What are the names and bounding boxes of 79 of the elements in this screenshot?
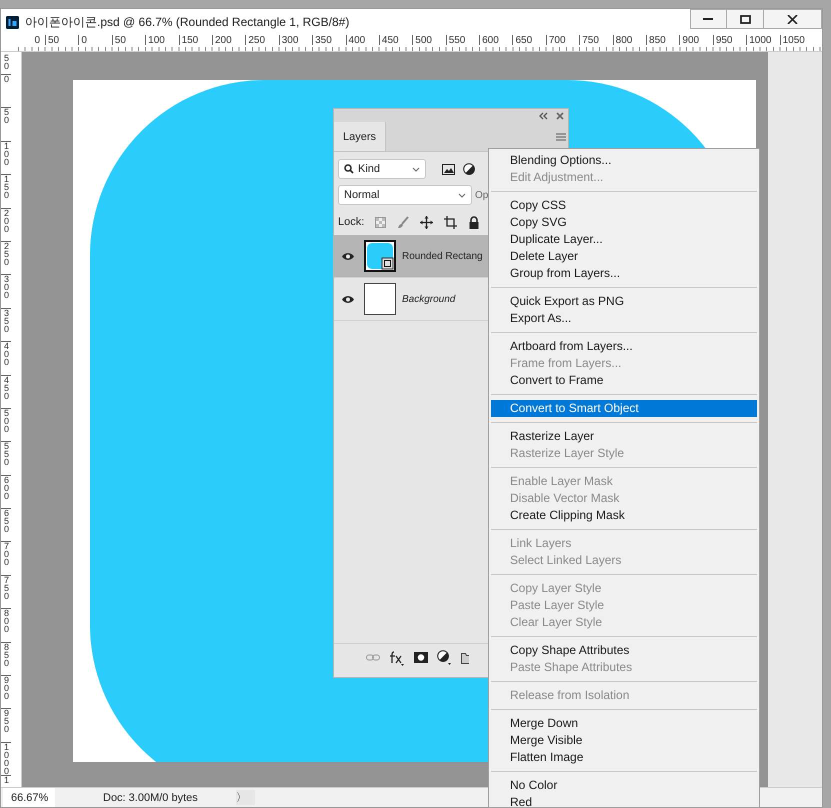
- menu-item[interactable]: Copy CSS: [491, 197, 757, 214]
- opacity-label: Op: [475, 190, 488, 200]
- close-button[interactable]: [764, 9, 822, 29]
- brush-icon[interactable]: [397, 216, 410, 228]
- menu-item[interactable]: Red: [491, 794, 757, 808]
- ruler-label: 300: [1, 274, 11, 308]
- ruler-label: 50: [1, 107, 11, 141]
- ruler-label: 600: [1, 474, 11, 508]
- ruler-label: 800: [1, 608, 11, 642]
- layer-name: Rounded Rectang: [402, 250, 483, 262]
- ruler-label: 700: [1, 541, 11, 575]
- menu-item[interactable]: Merge Visible: [491, 732, 757, 749]
- half-circle-icon[interactable]: [437, 650, 452, 665]
- half-circle-icon[interactable]: [463, 163, 475, 175]
- search-icon[interactable]: [344, 164, 354, 174]
- chevron-down-icon[interactable]: [412, 166, 420, 172]
- menu-item[interactable]: Blending Options...: [491, 152, 757, 169]
- ruler-label: 600: [479, 35, 512, 45]
- ruler-label: 100: [1, 140, 11, 174]
- zoom-level[interactable]: 66.67%: [3, 788, 55, 807]
- menu-item[interactable]: Rasterize Layer: [491, 428, 757, 445]
- ruler-label: 400: [1, 341, 11, 375]
- menu-item[interactable]: Artboard from Layers...: [491, 338, 757, 355]
- ruler-label: 750: [1, 574, 11, 608]
- effects-icon[interactable]: [389, 650, 405, 666]
- ruler-label: 350: [1, 308, 11, 342]
- menu-item[interactable]: Copy Shape Attributes: [491, 642, 757, 659]
- ruler-label: 950: [1, 708, 11, 742]
- eye-icon[interactable]: [342, 294, 354, 304]
- ruler-label: 850: [646, 35, 680, 45]
- close-icon[interactable]: [556, 112, 564, 120]
- ruler-label: 900: [1, 675, 11, 708]
- ruler-label: 500: [1, 408, 11, 442]
- close-icon: [787, 14, 798, 24]
- ruler-label: 450: [1, 374, 11, 408]
- ruler-label: 150: [1, 174, 11, 208]
- chevron-down-icon[interactable]: [458, 192, 466, 198]
- ruler-label: 1000: [1, 742, 11, 776]
- photoshop-logo-icon[interactable]: [6, 16, 19, 28]
- window-title: 아이폰아이콘.psd @ 66.7% (Rounded Rectangle 1, RGB/8#): [25, 14, 350, 30]
- maximize-icon: [740, 14, 750, 24]
- menu-item[interactable]: No Color: [491, 777, 757, 794]
- menu-icon[interactable]: [556, 132, 566, 140]
- minimize-button[interactable]: [690, 9, 727, 29]
- layer-name: Background: [402, 294, 456, 304]
- collapse-icon[interactable]: [539, 112, 548, 120]
- filter-dropdown[interactable]: Kind: [338, 159, 426, 179]
- ruler-label: 0: [1, 74, 11, 108]
- menu-item[interactable]: Copy SVG: [491, 214, 757, 231]
- ruler-label: 250: [1, 240, 11, 274]
- eye-icon[interactable]: [342, 252, 354, 260]
- move-icon[interactable]: [420, 216, 434, 228]
- ruler-label: 200: [1, 208, 11, 241]
- layer-thumbnail: [364, 283, 396, 315]
- menu-item[interactable]: Merge Down: [491, 715, 757, 732]
- ruler-label: 50: [45, 35, 78, 45]
- ruler-label: 50: [3, 52, 10, 73]
- lock-icon[interactable]: [468, 216, 480, 228]
- ruler-label: 700: [546, 35, 580, 45]
- ruler-label: 550: [1, 441, 11, 475]
- minimize-icon: [703, 18, 714, 20]
- blend-mode-dropdown[interactable]: Normal: [338, 185, 472, 205]
- lock-label: Lock:: [338, 216, 364, 228]
- ruler-label: 850: [1, 642, 11, 676]
- menu-item[interactable]: Convert to Frame: [491, 372, 757, 389]
- ruler-label: 650: [1, 508, 11, 542]
- crop-icon[interactable]: [444, 216, 458, 228]
- mask-icon[interactable]: [414, 652, 428, 663]
- folder-icon[interactable]: [461, 652, 469, 664]
- menu-item[interactable]: Create Clipping Mask: [491, 507, 757, 524]
- layers-tab[interactable]: Layers: [334, 122, 386, 151]
- image-icon[interactable]: [442, 164, 455, 174]
- document-info: Doc: 3.00M/0 bytes: [102, 792, 199, 804]
- ruler-label: 200: [212, 35, 246, 45]
- checkerboard-icon[interactable]: [375, 216, 386, 228]
- menu-item[interactable]: Convert to Smart Object: [491, 400, 757, 417]
- ruler-label: 450: [378, 35, 412, 45]
- menu-item[interactable]: Flatten Image: [491, 749, 757, 766]
- maximize-button[interactable]: [727, 9, 764, 29]
